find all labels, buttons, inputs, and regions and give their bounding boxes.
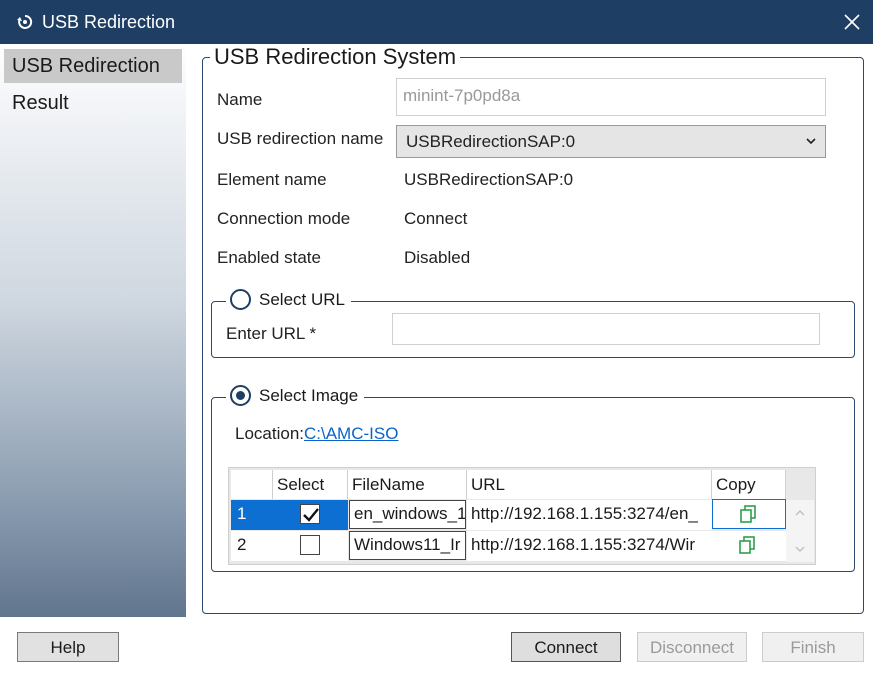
close-icon[interactable] bbox=[839, 9, 865, 35]
select-image-option[interactable]: Select Image bbox=[226, 385, 365, 406]
scroll-down-icon[interactable] bbox=[794, 544, 806, 554]
finish-button[interactable]: Finish bbox=[762, 632, 864, 662]
row-checkbox[interactable] bbox=[300, 535, 320, 555]
column-header-select[interactable]: Select bbox=[273, 470, 348, 499]
name-label: Name bbox=[217, 90, 263, 109]
checkmark-icon bbox=[303, 508, 319, 522]
url-cell[interactable]: http://192.168.1.155:3274/Wir bbox=[467, 531, 712, 561]
column-header-copy[interactable]: Copy bbox=[712, 470, 786, 499]
sidebar: USB Redirection Result bbox=[0, 44, 186, 617]
copy-icon[interactable] bbox=[739, 536, 755, 554]
usb-redirection-name-label: USB redirection name bbox=[217, 129, 384, 148]
element-name-label: Element name bbox=[217, 170, 327, 189]
copy-icon[interactable] bbox=[740, 505, 756, 523]
column-header-url[interactable]: URL bbox=[467, 470, 712, 499]
select-url-option[interactable]: Select URL bbox=[226, 289, 351, 310]
image-table: Select FileName URL Copy 1 en_windows_1 … bbox=[228, 467, 816, 565]
connect-button[interactable]: Connect bbox=[511, 632, 621, 662]
sidebar-item-result[interactable]: Result bbox=[4, 86, 182, 120]
table-row-select-cell[interactable] bbox=[273, 500, 348, 530]
sidebar-item-usb-redirection[interactable]: USB Redirection bbox=[4, 49, 182, 83]
element-name-value: USBRedirectionSAP:0 bbox=[404, 170, 574, 189]
select-image-label: Select Image bbox=[259, 385, 359, 405]
row-header-corner bbox=[231, 470, 273, 499]
scroll-up-icon[interactable] bbox=[794, 508, 806, 518]
select-value: USBRedirectionSAP:0 bbox=[406, 132, 576, 151]
select-image-radio[interactable] bbox=[230, 385, 251, 406]
url-cell[interactable]: http://192.168.1.155:3274/en_ bbox=[467, 500, 712, 530]
column-header-filename[interactable]: FileName bbox=[348, 470, 467, 499]
copy-cell[interactable] bbox=[712, 499, 786, 529]
usb-redirection-name-select[interactable]: USBRedirectionSAP:0 bbox=[396, 125, 826, 158]
location-link[interactable]: C:\AMC-ISO bbox=[304, 424, 398, 443]
filename-cell[interactable]: en_windows_1 bbox=[349, 500, 466, 529]
url-input[interactable] bbox=[392, 313, 820, 345]
table-row-select-cell[interactable] bbox=[273, 531, 348, 561]
title-bar: USB Redirection bbox=[0, 0, 873, 44]
location-label: Location: bbox=[235, 424, 304, 443]
name-field[interactable]: minint-7p0pd8a bbox=[396, 78, 826, 116]
disconnect-button[interactable]: Disconnect bbox=[637, 632, 747, 662]
enter-url-label: Enter URL * bbox=[226, 324, 317, 343]
row-number[interactable]: 2 bbox=[231, 531, 273, 561]
connection-mode-value: Connect bbox=[404, 209, 468, 228]
row-checkbox[interactable] bbox=[300, 504, 320, 524]
window-title: USB Redirection bbox=[42, 12, 176, 32]
select-url-radio[interactable] bbox=[230, 289, 251, 310]
usb-redirect-icon bbox=[17, 14, 33, 29]
enabled-state-label: Enabled state bbox=[217, 248, 321, 267]
select-url-label: Select URL bbox=[259, 289, 345, 309]
chevron-down-icon bbox=[806, 138, 816, 145]
row-number[interactable]: 1 bbox=[231, 500, 273, 530]
help-button[interactable]: Help bbox=[17, 632, 119, 662]
location-row: Location:C:\AMC-ISO bbox=[235, 424, 398, 444]
enabled-state-value: Disabled bbox=[404, 248, 471, 267]
copy-cell[interactable] bbox=[712, 531, 786, 561]
vertical-scrollbar[interactable] bbox=[786, 500, 814, 562]
filename-cell[interactable]: Windows11_Ir bbox=[349, 531, 466, 560]
connection-mode-label: Connection mode bbox=[217, 209, 351, 228]
group-title: USB Redirection System bbox=[210, 44, 461, 70]
